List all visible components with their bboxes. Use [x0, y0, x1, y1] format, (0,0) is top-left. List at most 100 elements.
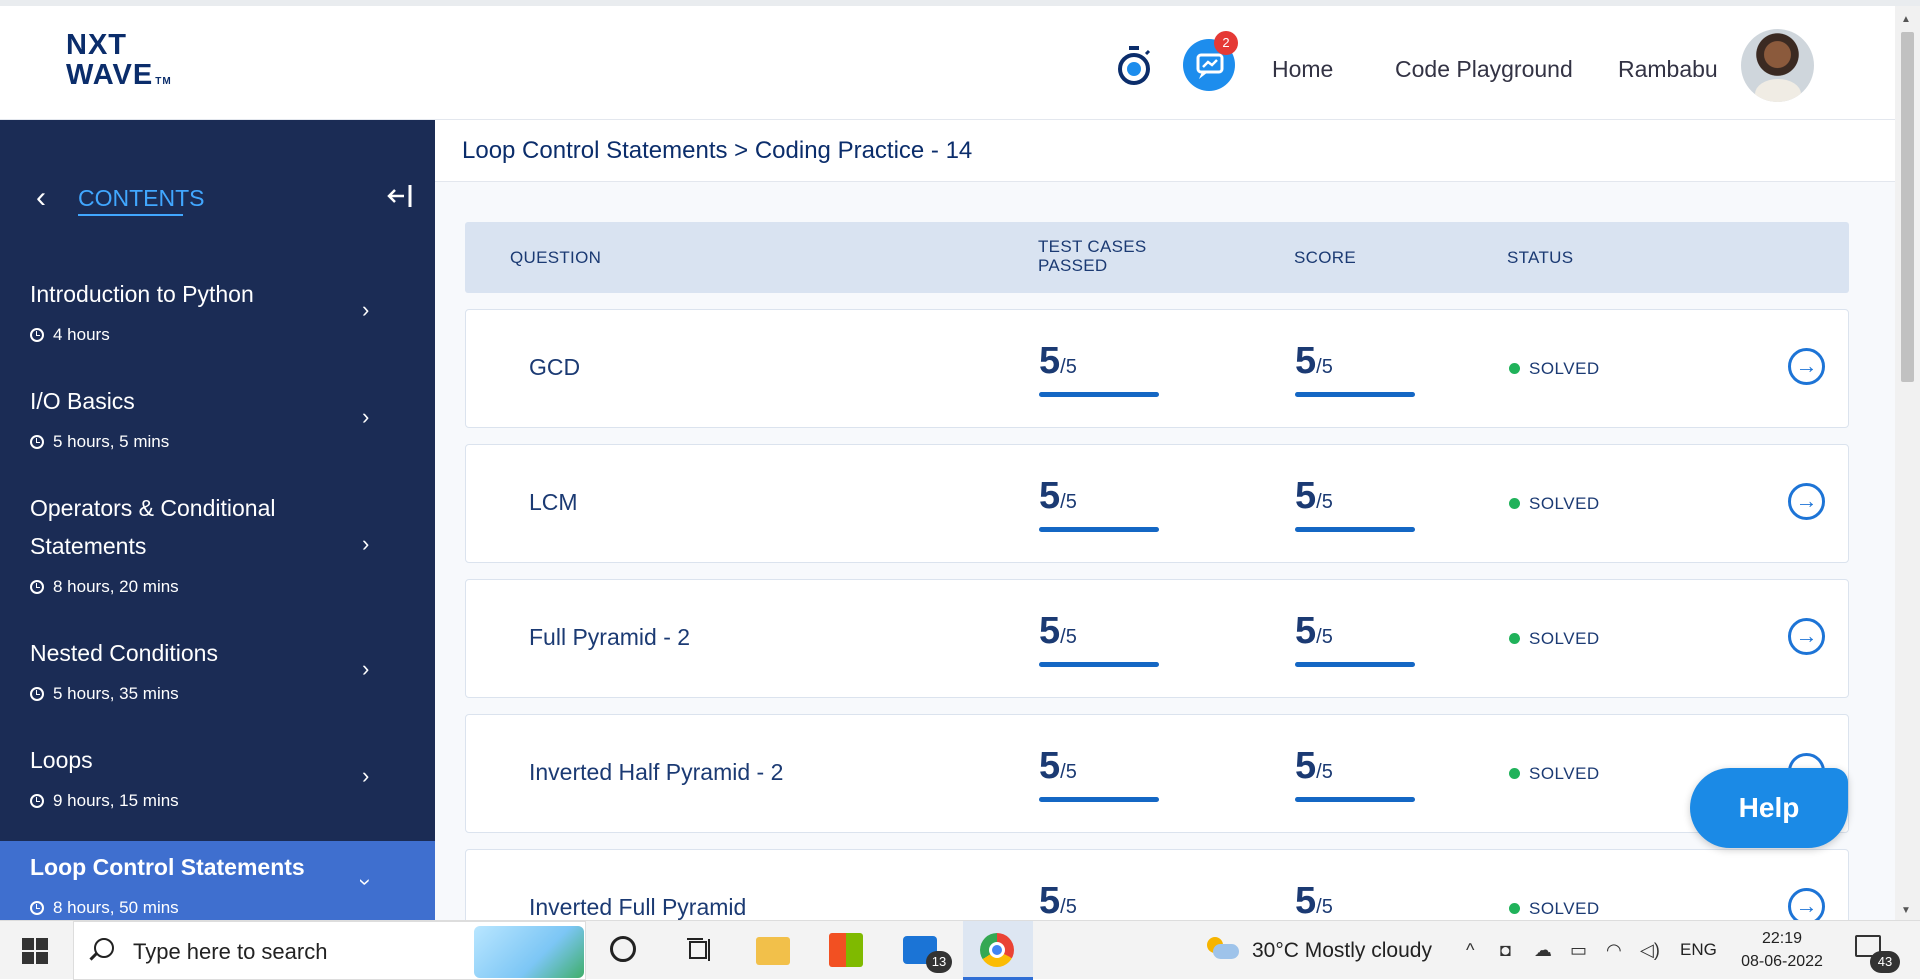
table-row[interactable]: Inverted Full Pyramid 5/5 5/5 SOLVED → — [465, 849, 1849, 920]
score-progress-bar — [1295, 392, 1415, 397]
table-row[interactable]: Full Pyramid - 2 5/5 5/5 SOLVED → — [465, 579, 1849, 698]
avatar-shirt — [1755, 79, 1801, 102]
chrome-icon[interactable] — [980, 933, 1014, 967]
cortana-icon[interactable] — [610, 936, 636, 962]
sidebar-item-nested-conditions[interactable]: Nested Conditions 5 hours, 35 mins › — [0, 634, 435, 739]
status-badge: SOLVED — [1509, 764, 1600, 784]
header-question: QUESTION — [510, 248, 602, 267]
nav-code-playground-link[interactable]: Code Playground — [1395, 56, 1573, 83]
sidebar-item-introduction-to-python[interactable]: Introduction to Python 4 hours › — [0, 275, 435, 380]
score-progress-bar — [1295, 527, 1415, 532]
score-points: 5 — [1295, 880, 1317, 920]
wifi-icon[interactable]: ◠ — [1606, 940, 1622, 961]
question-name[interactable]: Inverted Half Pyramid - 2 — [529, 759, 783, 786]
sidebar-item-loops[interactable]: Loops 9 hours, 15 mins › — [0, 741, 435, 846]
module-title: Loop Control Statements — [30, 854, 305, 880]
chevron-right-icon: › — [362, 297, 370, 322]
sidebar-item-operators-conditional-statements[interactable]: Operators & Conditional Statements 8 hou… — [0, 489, 435, 629]
score-value: 5/5 — [1295, 610, 1415, 667]
nxtwave-logo[interactable]: NXT WAVE TM — [66, 30, 186, 100]
onedrive-icon[interactable]: ☁ — [1534, 940, 1552, 961]
score-total: /5 — [1316, 896, 1333, 918]
tc-progress-fill — [1039, 797, 1159, 802]
file-explorer-icon[interactable] — [756, 937, 790, 965]
windows-taskbar: Type here to search 13 30°C Mostly cloud… — [0, 920, 1920, 980]
scroll-down-arrow-icon[interactable]: ▼ — [1901, 905, 1911, 916]
status-badge: SOLVED — [1509, 494, 1600, 514]
module-title: Introduction to Python — [30, 281, 254, 307]
chevron-up-icon[interactable]: ^ — [1466, 940, 1474, 961]
tc-progress-bar — [1039, 662, 1159, 667]
chat-badge: 2 — [1214, 31, 1238, 55]
taskbar-search-box[interactable]: Type here to search — [73, 921, 586, 980]
contents-underline — [78, 214, 183, 216]
contents-label[interactable]: CONTENTS — [78, 180, 205, 216]
arrow-right-circle-icon[interactable]: → — [1788, 888, 1825, 920]
module-duration: 5 hours, 35 mins — [30, 684, 179, 704]
breadcrumb[interactable]: Loop Control Statements > Coding Practic… — [462, 137, 972, 165]
header-test-cases-line2: PASSED — [1038, 256, 1108, 275]
tc-progress-fill — [1039, 527, 1159, 532]
top-header: NXT WAVE TM 2 Home Code Playground Rambab… — [0, 6, 1895, 120]
tc-progress-fill — [1039, 392, 1159, 397]
status-dot — [1509, 903, 1520, 914]
arrow-right-circle-icon[interactable]: → — [1788, 483, 1825, 520]
tc-progress-bar — [1039, 797, 1159, 802]
header-test-cases: TEST CASES PASSED — [1038, 237, 1147, 275]
table-row[interactable]: LCM 5/5 5/5 SOLVED → — [465, 444, 1849, 563]
tc-total: /5 — [1060, 356, 1077, 378]
test-cases-score: 5/5 — [1039, 475, 1159, 532]
stopwatch-icon[interactable] — [1114, 44, 1154, 88]
arrow-right-circle-icon[interactable]: → — [1788, 618, 1825, 655]
collapse-sidebar-icon[interactable] — [386, 182, 414, 210]
test-cases-score: 5/5 — [1039, 880, 1159, 920]
question-name[interactable]: Full Pyramid - 2 — [529, 624, 690, 651]
module-duration: 8 hours, 20 mins — [30, 577, 179, 597]
tc-progress-bar — [1039, 527, 1159, 532]
chat-button[interactable]: 2 — [1183, 31, 1238, 91]
chevron-left-icon[interactable]: ‹ — [36, 180, 56, 216]
arrow-right-circle-icon[interactable]: → — [1788, 348, 1825, 385]
windows-start-icon[interactable] — [22, 938, 48, 964]
score-value: 5/5 — [1295, 880, 1415, 920]
score-progress-bar — [1295, 662, 1415, 667]
microsoft-store-icon[interactable] — [829, 933, 863, 967]
mail-badge: 13 — [926, 951, 952, 973]
header-status: STATUS — [1507, 248, 1574, 267]
task-view-icon[interactable] — [683, 933, 717, 967]
help-button[interactable]: Help — [1690, 768, 1848, 848]
question-name[interactable]: Inverted Full Pyramid — [529, 894, 746, 920]
module-duration: 5 hours, 5 mins — [30, 432, 169, 452]
language-indicator[interactable]: ENG — [1680, 940, 1717, 960]
weather-text[interactable]: 30°C Mostly cloudy — [1252, 939, 1432, 963]
module-duration: 9 hours, 15 mins — [30, 791, 179, 811]
table-row[interactable]: Inverted Half Pyramid - 2 5/5 5/5 SOLVED… — [465, 714, 1849, 833]
module-duration-text: 4 hours — [53, 325, 110, 344]
clock-icon — [30, 794, 44, 808]
battery-icon[interactable]: ▭ — [1570, 940, 1587, 961]
taskbar-clock[interactable]: 22:19 08-06-2022 — [1732, 927, 1832, 973]
score-points: 5 — [1295, 745, 1317, 787]
tc-total: /5 — [1060, 491, 1077, 513]
status-dot — [1509, 633, 1520, 644]
breadcrumb-bar: Loop Control Statements > Coding Practic… — [435, 120, 1895, 182]
sidebar-item-loop-control-statements[interactable]: Loop Control Statements 8 hours, 50 mins… — [0, 841, 435, 921]
scrollbar-thumb[interactable] — [1901, 32, 1914, 382]
score-progress-fill — [1295, 662, 1415, 667]
page-scrollbar[interactable]: ▲ ▼ — [1895, 6, 1920, 920]
question-name[interactable]: GCD — [529, 354, 580, 381]
user-name[interactable]: Rambabu — [1618, 56, 1718, 83]
scroll-up-arrow-icon[interactable]: ▲ — [1901, 14, 1911, 25]
score-progress-fill — [1295, 392, 1415, 397]
weather-icon[interactable] — [1205, 935, 1239, 963]
volume-icon[interactable]: ◁) — [1640, 940, 1660, 961]
table-row[interactable]: GCD 5/5 5/5 SOLVED → — [465, 309, 1849, 428]
meet-now-icon[interactable]: ◘ — [1500, 940, 1511, 961]
question-name[interactable]: LCM — [529, 489, 578, 516]
chevron-right-icon: › — [362, 763, 370, 788]
table-header: QUESTION TEST CASES PASSED SCORE STATUS — [465, 222, 1849, 293]
avatar[interactable] — [1741, 29, 1814, 102]
sidebar-item-io-basics[interactable]: I/O Basics 5 hours, 5 mins › — [0, 382, 435, 487]
nav-home-link[interactable]: Home — [1272, 56, 1333, 83]
tc-passed: 5 — [1039, 340, 1061, 382]
